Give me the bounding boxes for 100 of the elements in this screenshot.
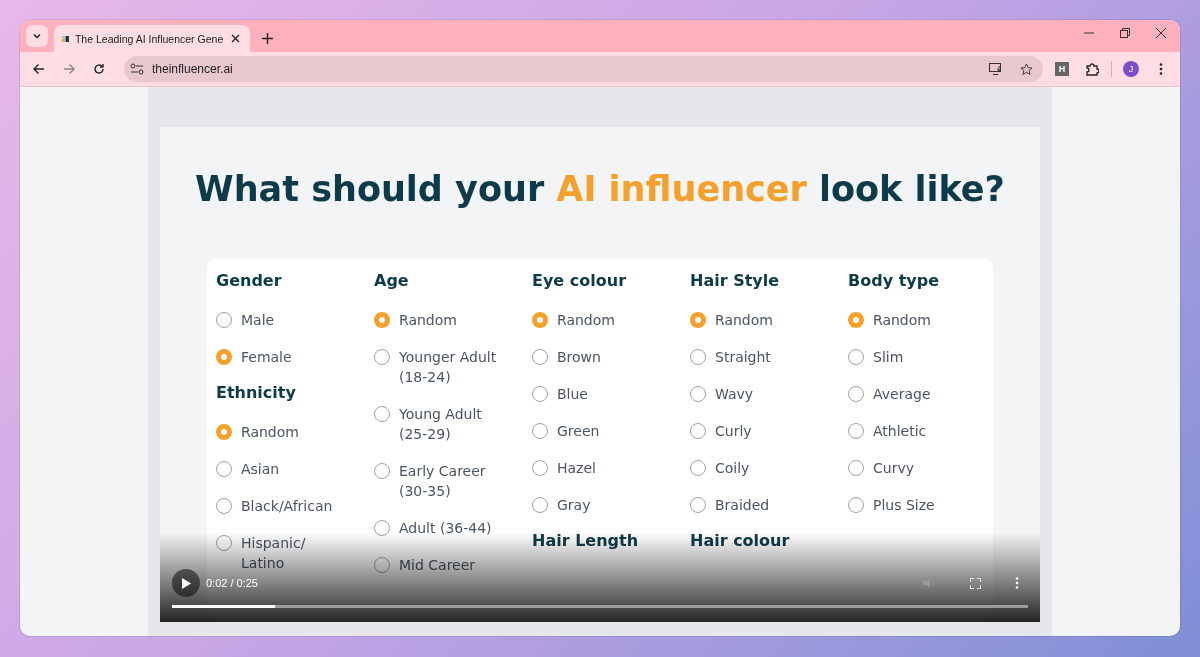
- option-label: Wavy: [715, 385, 754, 404]
- radio-button[interactable]: [374, 312, 390, 328]
- option-label: Asian: [241, 460, 280, 479]
- radio-button[interactable]: [216, 424, 232, 440]
- radio-button[interactable]: [216, 461, 232, 477]
- option-label: Random: [715, 311, 773, 330]
- option-label: Slim: [873, 348, 904, 367]
- group-heading: Eye colour: [532, 270, 627, 292]
- radio-option[interactable]: Random: [690, 310, 848, 330]
- radio-button[interactable]: [690, 423, 706, 439]
- radio-option[interactable]: Random: [216, 422, 374, 442]
- radio-option[interactable]: Plus Size: [848, 495, 1006, 515]
- radio-option[interactable]: Mid Career: [374, 555, 532, 575]
- page-heading: What should your AI influencer look like?: [195, 169, 1005, 209]
- radio-button[interactable]: [690, 460, 706, 476]
- video-time: 0:02 / 0:25: [206, 577, 258, 589]
- radio-option[interactable]: Black/African: [216, 496, 374, 516]
- radio-option[interactable]: Slim: [848, 347, 1006, 367]
- option-label: Adult (36-44): [399, 519, 492, 538]
- radio-option[interactable]: Hazel: [532, 458, 690, 478]
- site-settings-icon: [130, 63, 144, 75]
- radio-button[interactable]: [374, 463, 390, 479]
- group-heading: Age: [374, 270, 410, 292]
- radio-option[interactable]: Brown: [532, 347, 690, 367]
- radio-option[interactable]: Female: [216, 347, 374, 367]
- group-heading: Ethnicity: [216, 382, 297, 404]
- option-label: Black/African: [241, 497, 333, 516]
- radio-option[interactable]: Curvy: [848, 458, 1006, 478]
- radio-button[interactable]: [848, 460, 864, 476]
- radio-option[interactable]: Average: [848, 384, 1006, 404]
- option-label: Young Adult (25-29): [399, 405, 483, 444]
- video-player[interactable]: [160, 127, 1040, 622]
- option-label: Random: [241, 423, 299, 442]
- radio-option[interactable]: Wavy: [690, 384, 848, 404]
- browser-tab[interactable]: The Leading AI Influencer Gene: [54, 25, 250, 52]
- radio-option[interactable]: Random: [374, 310, 532, 330]
- radio-button[interactable]: [690, 312, 706, 328]
- radio-option[interactable]: Male: [216, 310, 374, 330]
- play-button[interactable]: [172, 569, 200, 597]
- option-label: Brown: [557, 348, 601, 367]
- radio-button[interactable]: [216, 312, 232, 328]
- group-heading: Hair colour: [690, 530, 791, 552]
- radio-button[interactable]: [690, 386, 706, 402]
- group-heading: Gender: [216, 270, 283, 292]
- radio-button[interactable]: [216, 535, 232, 551]
- option-label: Athletic: [873, 422, 927, 441]
- radio-option[interactable]: Early Career (30-35): [374, 461, 532, 501]
- radio-button[interactable]: [532, 312, 548, 328]
- radio-option[interactable]: Straight: [690, 347, 848, 367]
- option-label: Mid Career: [399, 556, 476, 575]
- radio-option[interactable]: Random: [532, 310, 690, 330]
- radio-option[interactable]: Younger Adult (18-24): [374, 347, 532, 387]
- option-label: Green: [557, 422, 600, 441]
- radio-button[interactable]: [532, 497, 548, 513]
- radio-button[interactable]: [374, 349, 390, 365]
- radio-button[interactable]: [532, 386, 548, 402]
- radio-button[interactable]: [690, 497, 706, 513]
- address-bar[interactable]: theinfluencer.ai: [124, 56, 1043, 82]
- radio-button[interactable]: [374, 406, 390, 422]
- radio-option[interactable]: Blue: [532, 384, 690, 404]
- tab-search-button[interactable]: [26, 25, 48, 47]
- radio-option[interactable]: Braided: [690, 495, 848, 515]
- radio-button[interactable]: [532, 423, 548, 439]
- option-label: Random: [873, 311, 931, 330]
- radio-option[interactable]: Athletic: [848, 421, 1006, 441]
- radio-option[interactable]: Asian: [216, 459, 374, 479]
- site-logo-icon: [62, 33, 69, 44]
- radio-option[interactable]: Coily: [690, 458, 848, 478]
- radio-button[interactable]: [216, 498, 232, 514]
- extension-button[interactable]: H: [1051, 58, 1073, 80]
- radio-button[interactable]: [216, 349, 232, 365]
- option-label: Hazel: [557, 459, 596, 478]
- radio-option[interactable]: Random: [848, 310, 1006, 330]
- radio-option[interactable]: Green: [532, 421, 690, 441]
- group-heading: Body type: [848, 270, 941, 292]
- option-label: Curvy: [873, 459, 914, 478]
- radio-button[interactable]: [848, 312, 864, 328]
- option-label: Braided: [715, 496, 770, 515]
- radio-button[interactable]: [848, 423, 864, 439]
- radio-button[interactable]: [848, 497, 864, 513]
- radio-option[interactable]: Curly: [690, 421, 848, 441]
- option-label: Average: [873, 385, 931, 404]
- progress-track[interactable]: [172, 605, 1028, 608]
- radio-button[interactable]: [532, 349, 548, 365]
- option-label: Random: [399, 311, 457, 330]
- play-icon: [181, 577, 191, 589]
- radio-option[interactable]: Adult (36-44): [374, 518, 532, 538]
- radio-button[interactable]: [532, 460, 548, 476]
- radio-button[interactable]: [374, 557, 390, 573]
- option-label: Gray: [557, 496, 591, 515]
- option-label: Curly: [715, 422, 752, 441]
- radio-button[interactable]: [848, 386, 864, 402]
- radio-option[interactable]: Hispanic/ Latino: [216, 533, 374, 573]
- radio-button[interactable]: [374, 520, 390, 536]
- radio-option[interactable]: Gray: [532, 495, 690, 515]
- radio-button[interactable]: [848, 349, 864, 365]
- option-label: Hispanic/ Latino: [241, 534, 307, 573]
- radio-option[interactable]: Young Adult (25-29): [374, 404, 532, 444]
- radio-button[interactable]: [690, 349, 706, 365]
- option-label: Female: [241, 348, 292, 367]
